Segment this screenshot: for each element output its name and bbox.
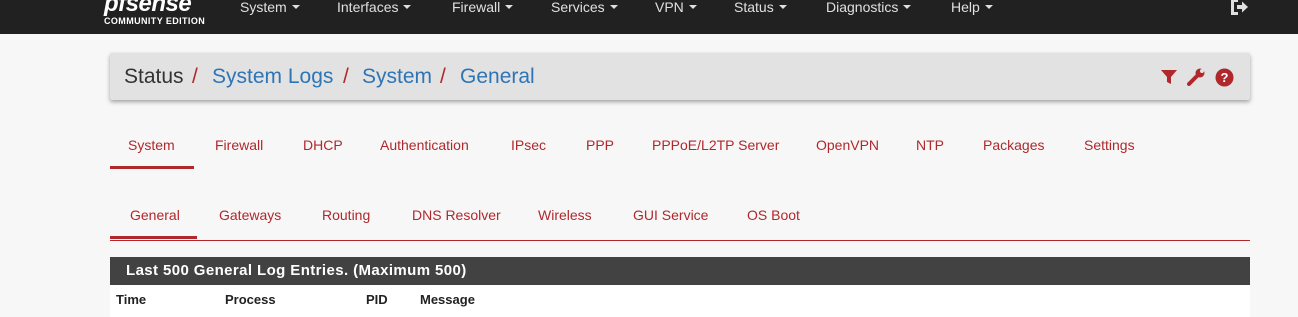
wrench-icon[interactable] xyxy=(1187,68,1207,91)
caret-down-icon xyxy=(403,5,412,10)
tab-ipsec[interactable]: IPsec xyxy=(511,136,546,154)
tab-general[interactable]: General xyxy=(130,206,180,224)
log-panel: Last 500 General Log Entries. (Maximum 5… xyxy=(110,257,1250,317)
tab-openvpn[interactable]: OpenVPN xyxy=(816,136,879,154)
tab-authentication[interactable]: Authentication xyxy=(380,136,469,154)
filter-icon[interactable] xyxy=(1160,68,1178,91)
breadcrumb-separator: / xyxy=(440,65,446,88)
nav-system[interactable]: System xyxy=(240,0,300,18)
tab-routing[interactable]: Routing xyxy=(322,206,370,224)
caret-down-icon xyxy=(291,5,300,10)
caret-down-icon xyxy=(688,5,697,10)
tab-firewall[interactable]: Firewall xyxy=(215,136,263,154)
caret-down-icon xyxy=(505,5,514,10)
active-tab-indicator xyxy=(110,166,194,169)
tab-wireless[interactable]: Wireless xyxy=(538,206,592,224)
logo-edition: COMMUNITY EDITION xyxy=(104,16,206,26)
tab-pppoe-l2tp-server[interactable]: PPPoE/L2TP Server xyxy=(652,136,779,154)
help-icon[interactable]: ? xyxy=(1215,68,1234,92)
tab-packages[interactable]: Packages xyxy=(983,136,1044,154)
breadcrumb-separator: / xyxy=(192,65,198,88)
nav-label: Status xyxy=(734,0,774,15)
active-tab-indicator xyxy=(110,236,197,239)
nav-label: VPN xyxy=(655,0,684,15)
nav-services[interactable]: Services xyxy=(551,0,618,18)
caret-down-icon xyxy=(778,5,787,10)
tab-os-boot[interactable]: OS Boot xyxy=(747,206,800,224)
breadcrumb-system-logs[interactable]: System Logs xyxy=(212,65,333,89)
nav-label: System xyxy=(240,0,287,15)
nav-status[interactable]: Status xyxy=(734,0,787,18)
breadcrumb-general[interactable]: General xyxy=(460,65,535,89)
caret-down-icon xyxy=(609,5,618,10)
nav-interfaces[interactable]: Interfaces xyxy=(337,0,412,18)
log-panel-title: Last 500 General Log Entries. (Maximum 5… xyxy=(126,262,467,279)
column-header-message: Message xyxy=(420,292,475,307)
nav-label: Help xyxy=(951,0,980,15)
column-header-process: Process xyxy=(225,292,276,307)
nav-diagnostics[interactable]: Diagnostics xyxy=(826,0,912,18)
column-header-time: Time xyxy=(116,292,147,307)
tab-ppp[interactable]: PPP xyxy=(586,136,614,154)
tab-dhcp[interactable]: DHCP xyxy=(303,136,343,154)
breadcrumb-status: Status xyxy=(124,65,184,88)
nav-vpn[interactable]: VPN xyxy=(655,0,697,18)
nav-label: Firewall xyxy=(452,0,501,15)
tab-settings[interactable]: Settings xyxy=(1084,136,1135,154)
tab-ntp[interactable]: NTP xyxy=(916,136,944,154)
tab-gui-service[interactable]: GUI Service xyxy=(633,206,708,224)
svg-text:?: ? xyxy=(1221,70,1229,85)
nav-label: Services xyxy=(551,0,605,15)
tab-divider xyxy=(110,240,1250,241)
tab-gateways[interactable]: Gateways xyxy=(219,206,281,224)
column-header-pid: PID xyxy=(366,292,388,307)
tab-system[interactable]: System xyxy=(128,136,175,154)
nav-firewall[interactable]: Firewall xyxy=(452,0,514,18)
top-navbar: pfsense COMMUNITY EDITION System Interfa… xyxy=(0,0,1298,34)
nav-help[interactable]: Help xyxy=(951,0,993,18)
caret-down-icon xyxy=(984,5,993,10)
sign-out-icon[interactable] xyxy=(1228,0,1250,17)
nav-label: Interfaces xyxy=(337,0,399,15)
breadcrumb: Status / System Logs / System / General xyxy=(110,53,1250,100)
breadcrumb-separator: / xyxy=(343,65,349,88)
breadcrumb-system[interactable]: System xyxy=(362,65,432,89)
tab-dns-resolver[interactable]: DNS Resolver xyxy=(412,206,501,224)
caret-down-icon xyxy=(903,5,912,10)
nav-label: Diagnostics xyxy=(826,0,899,15)
log-panel-header: Last 500 General Log Entries. (Maximum 5… xyxy=(110,257,1250,285)
pfsense-logo[interactable]: pfsense COMMUNITY EDITION xyxy=(104,0,214,32)
